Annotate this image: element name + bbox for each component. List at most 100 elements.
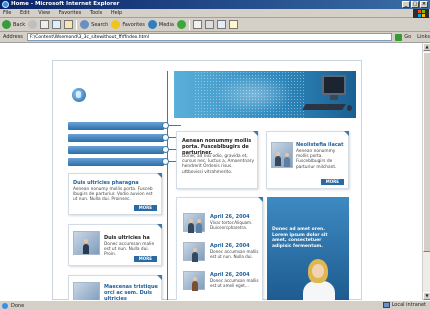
status-text: Done: [11, 302, 25, 309]
card-corner-accent: [157, 275, 162, 280]
status-bar: Done Local intranet: [0, 300, 430, 310]
news-card: April 26, 2004 Vivar tortor.Aliquam. Dui…: [176, 197, 263, 300]
toolbar-separator: [76, 19, 78, 30]
team-photo: [271, 142, 293, 168]
monitor-icon: [322, 75, 346, 95]
nav-button-4[interactable]: [68, 158, 164, 166]
site-logo-icon[interactable]: [72, 88, 86, 102]
menu-favorites[interactable]: Favorites: [59, 10, 82, 16]
window-title: Home - Microsoft Internet Explorer: [11, 1, 120, 7]
discuss-button[interactable]: [228, 20, 238, 29]
left-card-more-button[interactable]: MORE: [133, 205, 157, 211]
refresh-button[interactable]: [52, 20, 62, 29]
mail-button[interactable]: [192, 20, 202, 29]
address-label: Address: [3, 34, 23, 40]
person-head: [193, 248, 197, 252]
menu-tools[interactable]: Tools: [90, 10, 102, 16]
edit-button[interactable]: [216, 20, 226, 29]
feature-text: Aenean nonummy mollis porta. Fusceblbugi…: [296, 149, 337, 170]
intranet-icon: [382, 302, 390, 308]
divider-line: [167, 71, 168, 300]
standard-toolbar: Back Search Favorites Media: [0, 18, 430, 32]
feature-more-button[interactable]: MORE: [320, 179, 344, 185]
home-button[interactable]: [64, 20, 74, 29]
person-figure: [196, 223, 202, 233]
print-button[interactable]: [204, 20, 214, 29]
person-head: [189, 219, 193, 223]
go-label: Go: [404, 34, 412, 40]
person-figure: [284, 157, 290, 167]
go-button[interactable]: Go: [395, 33, 412, 41]
page-done-icon: [2, 302, 8, 309]
address-input[interactable]: F:\Content\Wsemond\3_3c_sitewithout_ff\f…: [26, 33, 393, 41]
person-head: [193, 277, 197, 281]
address-url: F:\Content\Wsemond\3_3c_sitewithout_ff\f…: [29, 34, 149, 40]
nav-button-1[interactable]: [68, 122, 164, 130]
person-figure: [188, 223, 194, 233]
menu-edit[interactable]: Edit: [20, 10, 30, 16]
news-text: Donec accumsan mallis est ut ameli eget.…: [210, 278, 259, 288]
nav-button-2[interactable]: [68, 134, 164, 142]
menu-view[interactable]: View: [38, 10, 50, 16]
globe-glow: [214, 74, 294, 114]
media-button[interactable]: Media: [147, 20, 174, 29]
person-figure: [275, 156, 281, 166]
promo-panel: Donec ad amet oren. Lorem ipsum dolor si…: [267, 197, 349, 300]
left-card-title: Duis ultricies pharagna: [73, 180, 139, 186]
intro-text: Donec ad nisi odio, gravida et, cursus n…: [182, 154, 255, 175]
scroll-down-button[interactable]: ▼: [423, 292, 430, 300]
menu-help[interactable]: Help: [111, 10, 122, 16]
back-label: Back: [13, 21, 26, 28]
back-button[interactable]: Back: [2, 20, 25, 29]
title-bar: Home - Microsoft Internet Explorer _ □ ×: [0, 0, 430, 9]
news-photo: [183, 213, 205, 233]
nav-node-icon: [162, 122, 169, 129]
left-card-title: Duis ultricies ha: [104, 235, 150, 241]
person-figure: [192, 252, 198, 262]
favorites-button[interactable]: Favorites: [111, 20, 145, 29]
ie-logo-icon: [2, 1, 9, 8]
left-card-2: Duis ultricies ha Donec accumsan malie e…: [68, 224, 162, 266]
person-head: [84, 239, 88, 243]
news-photo: [183, 271, 205, 291]
feature-title: Neolistefia ilacat: [296, 142, 344, 148]
card-corner-accent: [157, 224, 162, 229]
news-photo: [183, 242, 205, 262]
search-label: Search: [91, 21, 109, 28]
left-card-more-button[interactable]: MORE: [133, 256, 157, 262]
nav-connector: [169, 125, 181, 126]
security-zone: Local intranet: [382, 302, 426, 308]
address-bar: Address F:\Content\Wsemond\3_3c_sitewith…: [0, 32, 430, 43]
history-button[interactable]: [176, 20, 186, 29]
intro-card: Aenean nonummy mollis porta. Fusceblbugi…: [176, 131, 258, 189]
header-banner: [174, 71, 356, 118]
nav-button-3[interactable]: [68, 146, 164, 154]
website-template: Aenean nonummy mollis porta. Fusceblbugi…: [52, 60, 362, 300]
page-viewport[interactable]: Aenean nonummy mollis porta. Fusceblbugi…: [0, 43, 422, 300]
nav-node-icon: [162, 134, 169, 141]
menu-file[interactable]: File: [3, 10, 11, 16]
stop-button[interactable]: [40, 20, 50, 29]
left-card-text: Aenean nonumy mollis porta. Fusceb lbugi…: [73, 187, 153, 203]
forward-button[interactable]: [28, 20, 38, 29]
minimize-button[interactable]: _: [402, 1, 410, 8]
search-button[interactable]: Search: [80, 20, 108, 29]
media-label: Media: [158, 21, 174, 28]
keyboard-icon: [302, 104, 346, 110]
close-button[interactable]: ×: [420, 1, 428, 8]
mouse-icon: [347, 105, 352, 111]
woman-face: [312, 264, 324, 278]
person-figure: [192, 281, 198, 291]
zone-label: Local intranet: [391, 302, 426, 308]
vertical-scrollbar[interactable]: ▲ ▼: [422, 43, 430, 300]
scroll-up-button[interactable]: ▲: [423, 43, 430, 51]
card-corner-accent: [258, 197, 263, 202]
menu-bar: File Edit View Favorites Tools Help: [0, 9, 430, 18]
person-head: [285, 153, 289, 157]
links-button[interactable]: Links: [417, 34, 430, 40]
left-card-3: Maecenas tristique orci ac sem. Duis ult…: [68, 275, 162, 300]
maximize-button[interactable]: □: [411, 1, 419, 8]
media-icon: [147, 20, 157, 29]
scroll-thumb[interactable]: [423, 52, 430, 252]
back-arrow-icon: [2, 20, 11, 29]
